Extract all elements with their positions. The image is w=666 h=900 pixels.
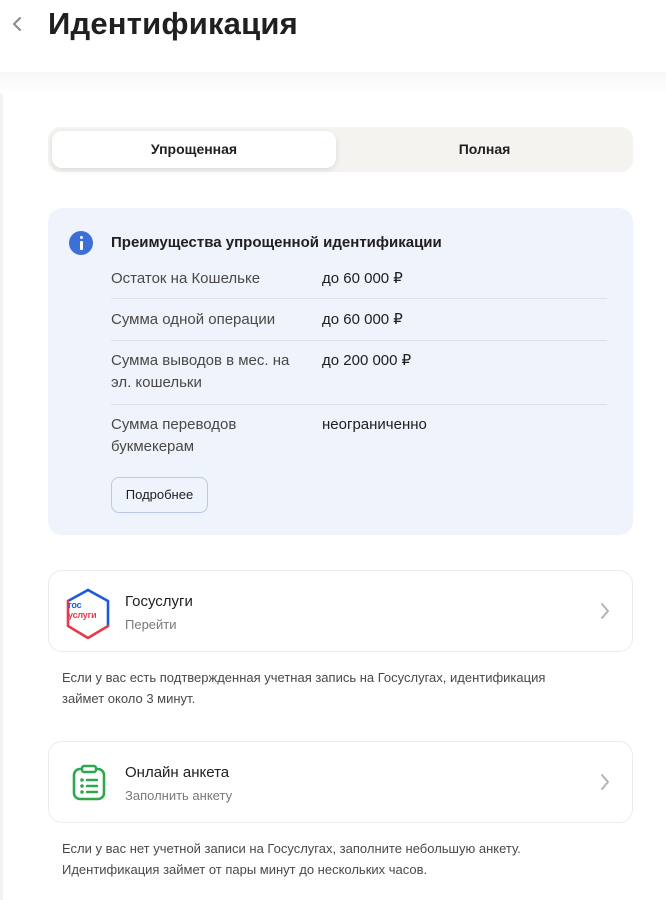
benefit-value: до 60 000 ₽ bbox=[322, 311, 403, 328]
benefits-panel: Преимущества упрощенной идентификации Ос… bbox=[48, 208, 633, 535]
benefit-value: неограниченно bbox=[322, 416, 427, 433]
left-edge bbox=[0, 94, 3, 900]
gosuslugi-logo-line1: гос bbox=[68, 600, 82, 610]
tab-simplified[interactable]: Упрощенная bbox=[52, 131, 336, 168]
benefits-title: Преимущества упрощенной идентификации bbox=[111, 234, 442, 251]
gosuslugi-logo-line2: услуги bbox=[68, 610, 97, 620]
identification-tabs: Упрощенная Полная bbox=[48, 127, 633, 172]
gosuslugi-title: Госуслуги bbox=[125, 593, 193, 610]
online-form-subtitle: Заполнить анкету bbox=[125, 788, 233, 803]
tab-full[interactable]: Полная bbox=[340, 131, 629, 168]
benefit-label: Остаток на Кошельке bbox=[111, 270, 261, 287]
gosuslugi-subtitle: Перейти bbox=[125, 617, 177, 632]
divider bbox=[111, 298, 607, 299]
chevron-right-icon bbox=[601, 603, 609, 619]
online-form-card[interactable]: Онлайн анкета Заполнить анкету bbox=[48, 741, 633, 823]
chevron-right-icon bbox=[601, 774, 609, 790]
online-form-title: Онлайн анкета bbox=[125, 764, 230, 781]
gosuslugi-card[interactable]: гос услуги Госуслуги Перейти bbox=[48, 570, 633, 652]
chevron-left-icon bbox=[13, 17, 21, 31]
back-button[interactable] bbox=[8, 10, 28, 38]
info-icon bbox=[69, 231, 93, 255]
divider bbox=[111, 404, 607, 405]
benefit-value: до 60 000 ₽ bbox=[322, 270, 403, 287]
header-divider bbox=[0, 72, 666, 94]
benefit-label: Сумма переводов букмекерам bbox=[111, 416, 237, 455]
more-details-button[interactable]: Подробнее bbox=[111, 477, 208, 513]
benefit-label: Сумма одной операции bbox=[111, 311, 276, 328]
divider bbox=[111, 340, 607, 341]
gosuslugi-logo: гос услуги bbox=[63, 587, 113, 641]
gosuslugi-note: Если у вас есть подтвержденная учетная з… bbox=[62, 670, 546, 706]
page-title: Идентификация bbox=[48, 6, 298, 41]
benefit-label: Сумма выводов в мес. на эл. кошельки bbox=[111, 352, 290, 391]
clipboard-list-icon bbox=[72, 764, 106, 801]
benefit-value: до 200 000 ₽ bbox=[322, 352, 412, 369]
online-form-note: Если у вас нет учетной записи на Госуслу… bbox=[62, 841, 521, 877]
page-header: Идентификация bbox=[0, 0, 666, 72]
